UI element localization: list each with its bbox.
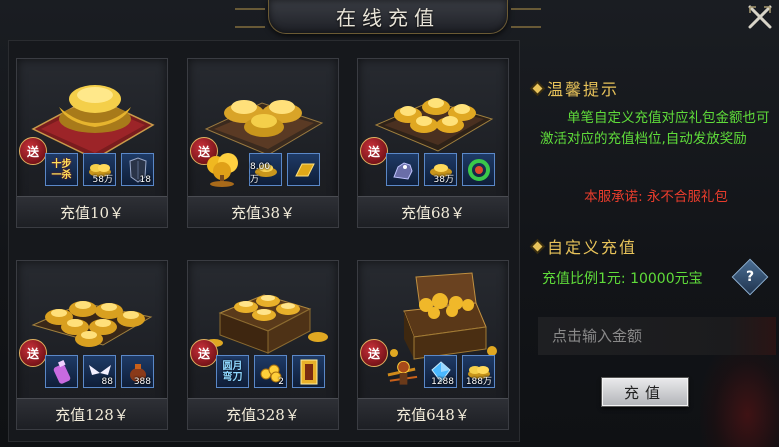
skill-scroll-icon: 十步一杀 (51, 158, 72, 181)
window-title: 在线充值 (336, 6, 440, 30)
gold-bar-icon (294, 163, 315, 176)
tips-title: 温馨提示 (547, 80, 620, 99)
gift-badge: 送 (190, 339, 218, 367)
title-bar: 在线充值 (235, 0, 541, 34)
item-slot[interactable] (462, 153, 495, 186)
close-button[interactable] (744, 2, 776, 32)
item-slot[interactable]: 18 (121, 153, 154, 186)
scroll-card-icon (300, 359, 317, 384)
price-button[interactable]: 充值10￥ (17, 196, 167, 227)
item-slot[interactable] (386, 355, 419, 388)
item-slot[interactable]: 2 (254, 355, 287, 388)
custom-title: 自定义充值 (547, 238, 638, 257)
tips-header: 温馨提示 (532, 76, 620, 100)
item-quantity: 2 (278, 377, 284, 387)
item-slot[interactable]: 1288 (424, 355, 457, 388)
item-quantity: 388 (133, 377, 151, 387)
item-slot[interactable]: 88 (83, 355, 116, 388)
item-slot[interactable]: 388 (121, 355, 154, 388)
price-button[interactable]: 充值328￥ (188, 398, 338, 429)
price-button[interactable]: 充值68￥ (358, 196, 508, 227)
jade-ring-icon (467, 158, 490, 181)
tips-body: 单笔自定义充值对应礼包金额也可激活对应的充值档位,自动发放奖励 (540, 108, 772, 150)
item-slot[interactable] (287, 153, 320, 186)
item-slot[interactable] (202, 152, 244, 187)
gift-badge: 送 (360, 339, 388, 367)
product-card-128[interactable]: 送 88 388 充值128￥ (16, 260, 168, 430)
item-quantity: 1288 (431, 377, 454, 387)
tips-text: 单笔自定义充值对应礼包金额也可激活对应的充值档位,自动发放奖励 (540, 110, 770, 147)
potion-icon (53, 359, 70, 384)
server-promise: 本服承诺: 永不合服礼包 (584, 189, 728, 205)
price-button[interactable]: 充值648￥ (358, 398, 508, 429)
item-slot[interactable]: 圆月弯刀 (216, 355, 249, 388)
product-card-68[interactable]: 送 38万 充值68￥ (357, 58, 509, 228)
exchange-ratio: 充值比例1元: 10000元宝 (542, 271, 703, 287)
product-card-648[interactable]: 送 1288 188万 充值648￥ (357, 260, 509, 430)
gear-bundle-icon (387, 360, 418, 385)
item-slot[interactable]: 38万 (424, 153, 457, 186)
diamond-bullet-icon (532, 241, 543, 251)
gift-badge: 送 (19, 339, 47, 367)
question-icon: ? (745, 269, 755, 285)
item-slot[interactable] (45, 355, 78, 388)
item-quantity: 88 (101, 377, 113, 387)
price-button[interactable]: 充值38￥ (188, 196, 338, 227)
item-slot[interactable]: 8.00万 (249, 153, 282, 186)
item-quantity: 58万 (92, 175, 113, 185)
close-icon (748, 5, 772, 29)
item-quantity: 8.00万 (250, 162, 271, 185)
background-decoration (700, 340, 779, 447)
item-quantity: 38万 (433, 175, 454, 185)
item-slot[interactable]: 58万 (83, 153, 116, 186)
product-card-10[interactable]: 送 十步一杀 58万 18 充值10￥ (16, 58, 168, 228)
price-button[interactable]: 充值128￥ (17, 398, 167, 429)
product-card-328[interactable]: 送 圆月弯刀 2 充值328￥ (187, 260, 339, 430)
item-quantity: 18 (139, 175, 151, 185)
weapon-scroll-icon: 圆月弯刀 (222, 360, 243, 383)
mount-icon (392, 161, 413, 180)
custom-header: 自定义充值 (532, 234, 638, 258)
item-slot[interactable]: 188万 (462, 355, 495, 388)
item-quantity: 188万 (465, 377, 492, 387)
gift-badge: 送 (360, 137, 388, 165)
amount-input[interactable] (538, 317, 776, 355)
item-slot[interactable]: 十步一杀 (45, 153, 78, 186)
item-slot[interactable] (292, 355, 325, 388)
recharge-button[interactable]: 充值 (602, 378, 688, 406)
diamond-bullet-icon (532, 83, 543, 93)
gold-tree-icon (207, 152, 238, 187)
product-card-38[interactable]: 送 8.00万 充值38￥ (187, 58, 339, 228)
gift-badge: 送 (19, 137, 47, 165)
item-slot[interactable] (386, 153, 419, 186)
